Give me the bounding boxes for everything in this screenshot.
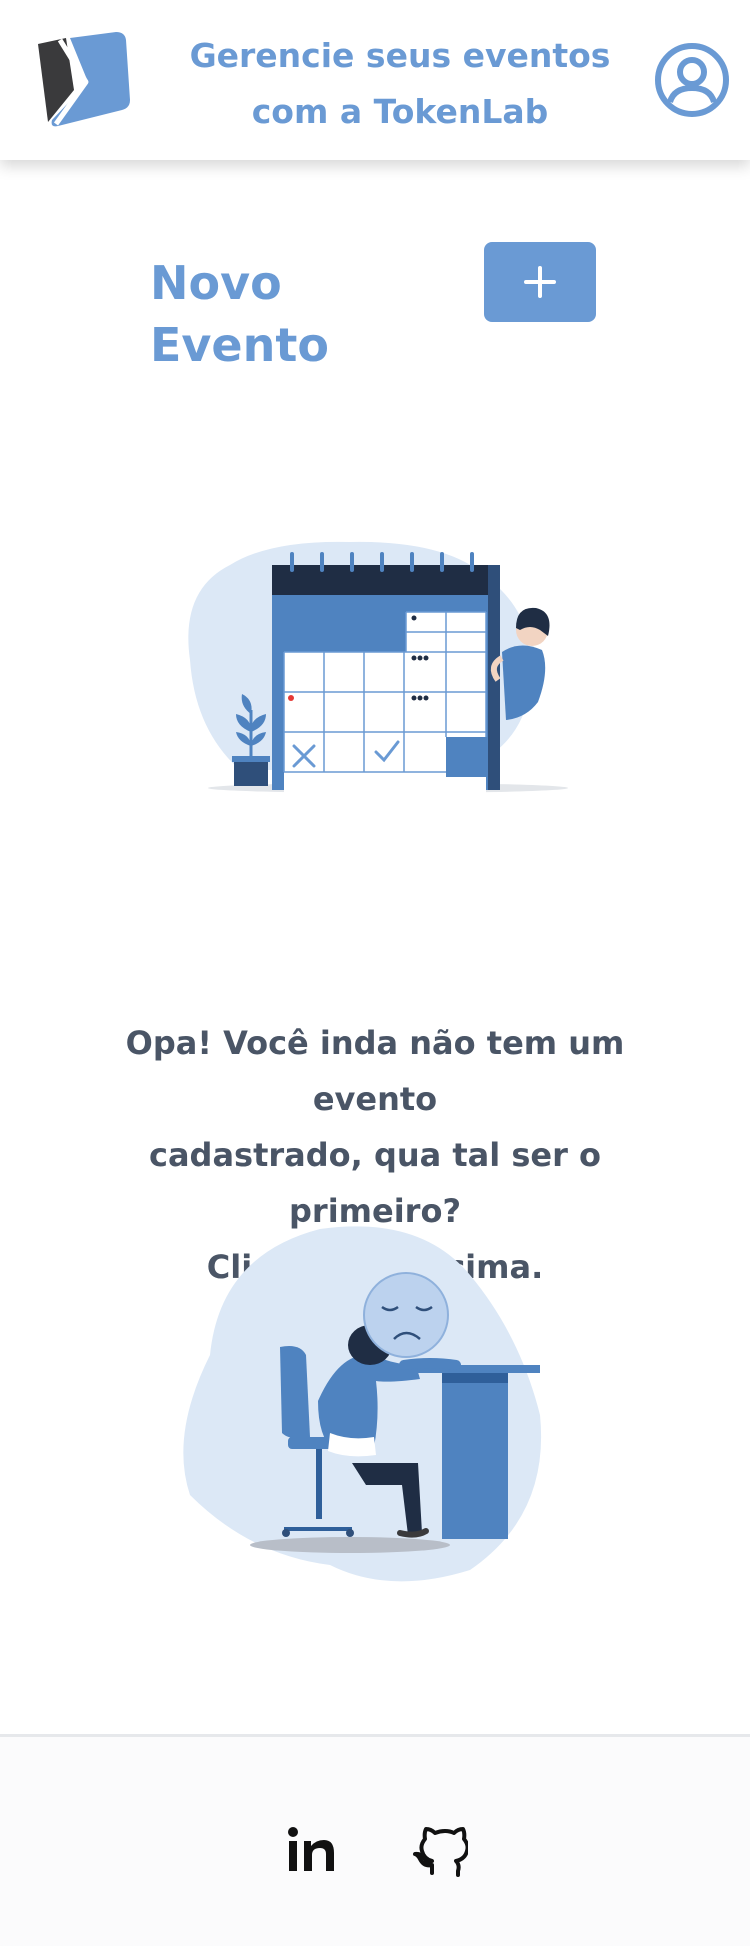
linkedin-icon[interactable]	[284, 1823, 340, 1879]
plus-icon	[524, 266, 556, 298]
header-title: Gerencie seus eventos com a TokenLab	[180, 28, 620, 140]
tokenlab-logo-icon[interactable]	[30, 30, 130, 130]
calendar-illustration	[188, 541, 568, 810]
new-event-title: Novo Evento	[150, 256, 329, 372]
header-title-line2: com a TokenLab	[251, 92, 549, 131]
header-title-line1: Gerencie seus eventos	[189, 36, 611, 75]
app-header: Gerencie seus eventos com a TokenLab	[0, 0, 750, 160]
user-profile-icon[interactable]	[652, 40, 732, 120]
sad-person-illustration	[183, 1226, 542, 1582]
github-icon[interactable]	[412, 1823, 468, 1879]
app-footer	[0, 1734, 750, 1946]
main-content: Novo Evento Opa! Você inda não tem um ev…	[0, 160, 750, 1734]
empty-message-line1: Opa! Você inda não tem um evento	[125, 1024, 625, 1118]
new-event-row: Novo Evento	[0, 242, 750, 372]
add-event-button[interactable]	[484, 242, 596, 322]
